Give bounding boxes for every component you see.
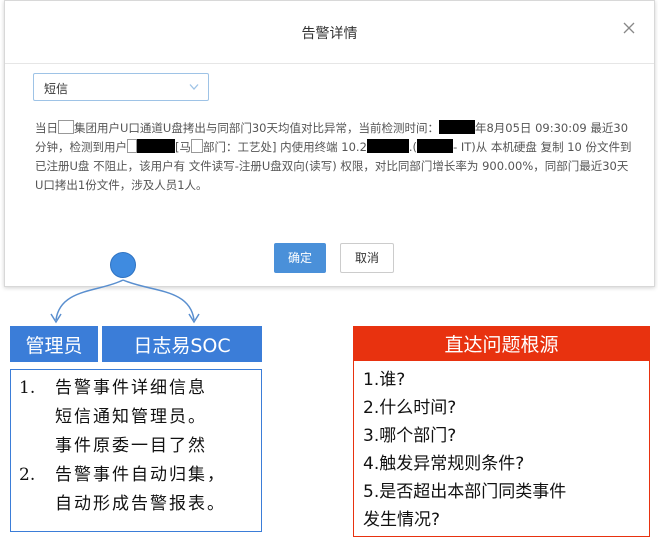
soc-label: 日志易SOC [102,326,262,362]
dialog-title: 告警详情 [301,26,358,42]
confirm-button[interactable]: 确定 [274,243,326,273]
question-item: 1.谁? [363,370,406,390]
message-text: [马 [175,140,191,154]
list-line: 告警事件详细信息 [55,378,207,398]
message-text: 集团用户U口通道U盘拷出与同部门30天均值对比异常，当前检测时间： [74,121,439,135]
list-line: 短信通知管理员。 [55,407,207,427]
redacted-box [191,139,203,153]
redacted-block [366,139,409,153]
question-item: 发生情况? [363,510,441,530]
admin-label: 管理员 [10,326,98,362]
redacted-box [127,139,137,153]
list-line: 事件原委一目了然 [55,436,207,456]
redacted-box [58,120,74,134]
root-cause-box: 1.谁? 2.什么时间? 3.哪个部门? 4.触发异常规则条件? 5.是否超出本… [353,361,650,537]
list-line: 告警事件自动归集， [55,465,226,485]
list-line: 自动形成告警报表。 [55,494,226,514]
redacted-block [438,120,475,134]
redacted-block [417,139,454,153]
message-text: .( [408,140,418,154]
question-item: 2.什么时间? [363,398,457,418]
feature-list: 1. 告警事件详细信息 短信通知管理员。 事件原委一目了然 2. 告警事件自动归… [10,369,262,532]
redacted-block [137,139,175,153]
chevron-down-icon [189,84,199,90]
message-text: 当日 [35,121,58,135]
question-item: 5.是否超出本部门同类事件 [363,482,567,502]
select-value: 短信 [44,82,69,96]
message-text: 部门：工艺处] 内使用终端 10.2 [203,140,367,154]
alert-message: 当日 集团用户U口通道U盘拷出与同部门30天均值对比异常，当前检测时间： 年8月05… [35,119,635,195]
question-item: 4.触发异常规则条件? [363,454,525,474]
list-number: 1. [19,378,36,398]
question-item: 3.哪个部门? [363,426,457,446]
root-cause-header: 直达问题根源 [353,326,650,361]
dialog-header: 告警详情 [5,1,654,64]
cancel-button[interactable]: 取消 [340,243,394,273]
notify-method-select[interactable]: 短信 [33,73,209,101]
close-icon[interactable] [622,21,636,35]
alert-detail-dialog: 告警详情 短信 当日 集团用户U口通道U盘拷出与同部门30天均值对比异常，当前检测… [4,0,655,287]
branch-arrows [50,279,200,324]
list-number: 2. [19,465,36,485]
